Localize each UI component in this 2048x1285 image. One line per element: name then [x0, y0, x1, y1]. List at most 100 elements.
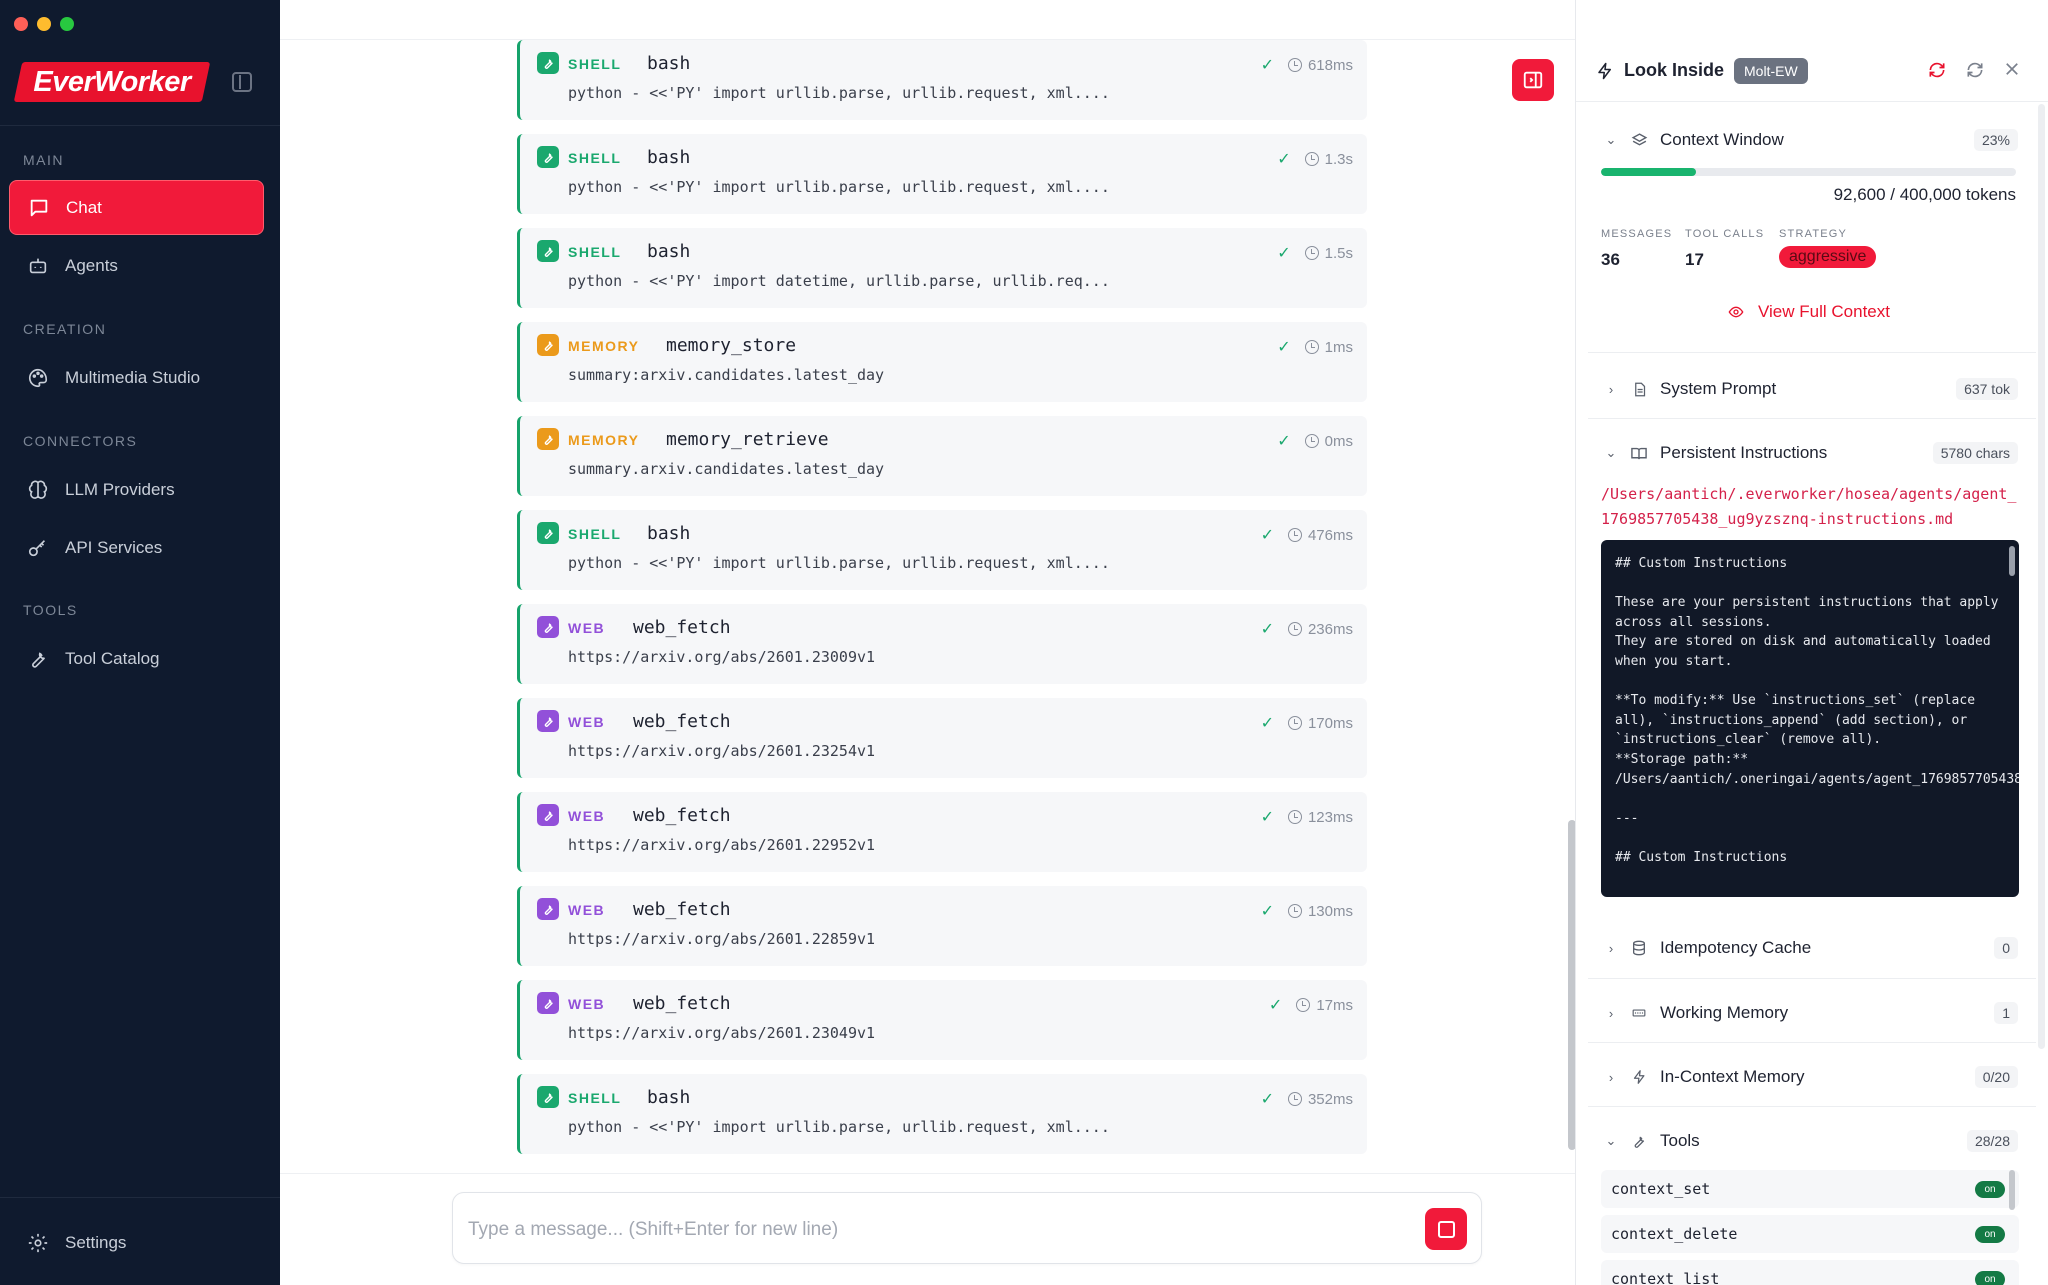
everworker-logo: EverWorker [13, 62, 211, 102]
document-icon [1630, 381, 1648, 398]
wrench-icon [537, 428, 559, 450]
section-context-window[interactable]: ⌄ Context Window 23% [1602, 126, 2018, 154]
tool-call-card[interactable]: SHELL bash python - <<'PY' import urllib.p… [517, 1074, 1367, 1154]
section-persistent-instructions[interactable]: ⌄ Persistent Instructions 5780 chars [1602, 439, 2018, 467]
tool-call-card[interactable]: WEB web_fetch https://arxiv.org/abs/2601.2… [517, 886, 1367, 966]
tool-call-card[interactable]: WEB web_fetch https://arxiv.org/abs/2601.2… [517, 698, 1367, 778]
stat-label: MESSAGES [1601, 228, 1673, 240]
chevron-right-icon: › [1608, 940, 1614, 956]
chevron-down-icon: ⌄ [1605, 132, 1617, 147]
lightning-icon [1596, 60, 1614, 87]
section-label: In-Context Memory [1660, 1067, 1805, 1086]
sidebar-item-label: Tool Catalog [65, 648, 160, 668]
memory-chip-icon [1630, 1006, 1648, 1020]
sidebar-item-chat[interactable]: Chat [9, 180, 264, 235]
sidebar-item-label: Chat [66, 197, 102, 217]
instructions-scrollbar[interactable] [2009, 546, 2015, 576]
key-icon [26, 536, 50, 560]
section-in-context-memory[interactable]: › In-Context Memory 0/20 [1602, 1063, 2018, 1091]
tool-call-card[interactable]: SHELL bash python - <<'PY' import datetime… [517, 228, 1367, 308]
tool-row[interactable]: context_list on [1601, 1260, 2019, 1285]
tool-category: WEB [568, 714, 606, 730]
tool-call-card[interactable]: WEB web_fetch https://arxiv.org/abs/2601.2… [517, 980, 1367, 1060]
check-icon: ✓ [1260, 809, 1274, 826]
minimize-window-button[interactable] [37, 17, 51, 31]
section-title-tools: TOOLS [23, 602, 78, 618]
close-window-button[interactable] [14, 17, 28, 31]
context-usage-bar [1601, 168, 2016, 176]
instructions-path: /Users/aantich/.everworker/hosea/agents/… [1601, 485, 2017, 528]
tool-call-card[interactable]: MEMORY memory_store summary:arxiv.candidat… [517, 322, 1367, 402]
sidebar-item-agents[interactable]: Agents [9, 238, 264, 293]
token-count: 92,600 / 400,000 tokens [1833, 185, 2016, 204]
wrench-icon [537, 616, 559, 638]
tool-row[interactable]: context_set on [1601, 1170, 2019, 1208]
message-input[interactable] [468, 1213, 1348, 1247]
layers-icon [1630, 132, 1648, 149]
tool-duration: 123ms [1307, 808, 1353, 826]
chat-icon [27, 196, 51, 220]
section-count: 637 tok [1956, 378, 2018, 400]
view-full-context-link[interactable]: View Full Context [1726, 302, 1890, 322]
clock-icon [1287, 716, 1302, 730]
sidebar-item-tool-catalog[interactable]: Tool Catalog [9, 631, 264, 686]
book-icon [1630, 445, 1648, 462]
tool-name: bash [647, 241, 691, 262]
tool-toggle[interactable]: on [1975, 1271, 2005, 1285]
stop-button[interactable] [1425, 1208, 1467, 1250]
stat-messages: MESSAGES 36 [1601, 228, 1672, 270]
tool-duration: 1ms [1324, 338, 1353, 356]
wrench-icon [537, 1086, 559, 1108]
tool-toggle[interactable]: on [1975, 1181, 2005, 1198]
wrench-icon [537, 240, 559, 262]
tool-duration: 476ms [1307, 526, 1353, 544]
sidebar-item-api-services[interactable]: API Services [9, 520, 264, 575]
tool-call-card[interactable]: SHELL bash python - <<'PY' import urllib.p… [517, 134, 1367, 214]
tool-call-card[interactable]: SHELL bash python - <<'PY' import urllib.p… [517, 40, 1367, 120]
context-percent: 23% [1973, 129, 2018, 151]
zoom-window-button[interactable] [60, 17, 74, 31]
clock-icon [1287, 904, 1302, 918]
clock-icon [1287, 1092, 1302, 1106]
section-label: Context Window [1660, 130, 1784, 149]
close-icon[interactable] [2003, 60, 2021, 84]
tools-scrollbar[interactable] [2009, 1170, 2015, 1210]
tool-command: summary.arxiv.candidates.latest_day [568, 460, 885, 478]
tool-status: ✓ 1.5s [1277, 243, 1353, 263]
tool-toggle[interactable]: on [1975, 1226, 2005, 1243]
instructions-content[interactable]: ## Custom Instructions These are your pe… [1601, 540, 2019, 897]
lightning-icon [1630, 1068, 1648, 1086]
sidebar-item-llm-providers[interactable]: LLM Providers [9, 462, 264, 517]
sidebar-divider [0, 1197, 280, 1198]
tool-call-card[interactable]: WEB web_fetch https://arxiv.org/abs/2601.2… [517, 604, 1367, 684]
instructions-text: ## Custom Instructions These are your pe… [1615, 556, 2019, 865]
tool-call-card[interactable]: WEB web_fetch https://arxiv.org/abs/2601.2… [517, 792, 1367, 872]
tool-name: memory_retrieve [666, 429, 829, 450]
tool-command: https://arxiv.org/abs/2601.23009v1 [568, 648, 876, 666]
section-idempotency-cache[interactable]: › Idempotency Cache 0 [1602, 934, 2018, 962]
tool-command: https://arxiv.org/abs/2601.23049v1 [568, 1024, 876, 1042]
tool-call-card[interactable]: MEMORY memory_retrieve summary.arxiv.candi… [517, 416, 1367, 496]
section-working-memory[interactable]: › Working Memory 1 [1602, 999, 2018, 1027]
composer-divider [280, 1173, 1575, 1174]
section-tools[interactable]: ⌄ Tools 28/28 [1602, 1127, 2018, 1155]
message-composer [452, 1192, 1482, 1264]
panel-scrollbar[interactable] [2038, 104, 2045, 1049]
logo-text: EverWorker [33, 66, 191, 98]
toggle-panel-button[interactable] [1512, 59, 1554, 101]
sync-icon[interactable] [1927, 60, 1947, 86]
tool-duration: 17ms [1316, 996, 1353, 1014]
clock-icon [1287, 810, 1302, 824]
sidebar-collapse-icon[interactable] [232, 72, 252, 92]
tool-call-card[interactable]: SHELL bash python - <<'PY' import urllib.p… [517, 510, 1367, 590]
sidebar-item-settings[interactable]: Settings [9, 1215, 264, 1270]
wrench-icon [1630, 1133, 1648, 1150]
tool-row[interactable]: context_delete on [1601, 1215, 2019, 1253]
tool-command: summary:arxiv.candidates.latest_day [568, 366, 885, 384]
sidebar-item-multimedia-studio[interactable]: Multimedia Studio [9, 350, 264, 405]
tool-name: context_list [1611, 1270, 1720, 1285]
refresh-icon[interactable] [1965, 60, 1985, 86]
stat-strategy: STRATEGY aggressive [1779, 228, 1877, 268]
tool-name: web_fetch [633, 617, 731, 638]
section-system-prompt[interactable]: › System Prompt 637 tok [1602, 375, 2018, 403]
